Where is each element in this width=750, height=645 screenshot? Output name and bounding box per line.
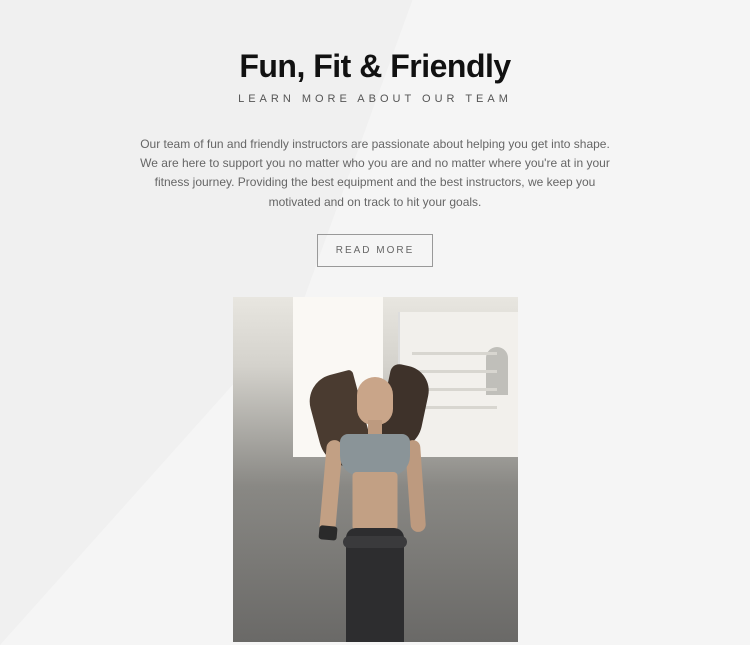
page-title: Fun, Fit & Friendly: [0, 48, 750, 85]
read-more-button[interactable]: READ MORE: [317, 234, 434, 267]
page-subtitle: LEARN MORE ABOUT OUR TEAM: [0, 93, 750, 105]
hero-photo: [233, 297, 518, 642]
description-text: Our team of fun and friendly instructors…: [125, 135, 625, 212]
person-figure: [305, 352, 445, 642]
main-content: Fun, Fit & Friendly LEARN MORE ABOUT OUR…: [0, 0, 750, 642]
